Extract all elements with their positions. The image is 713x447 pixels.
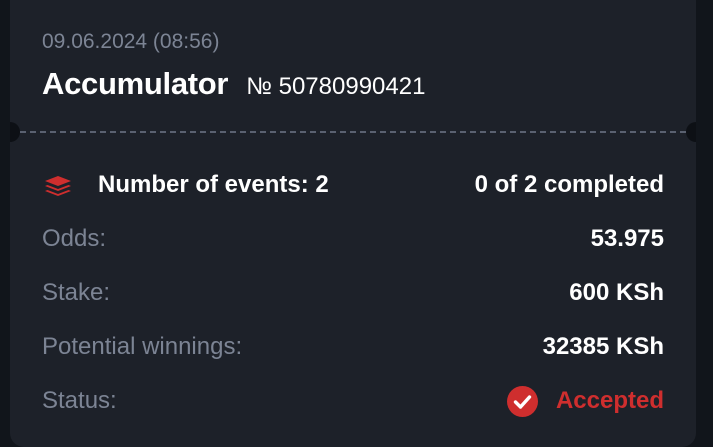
bet-date: 09.06.2024 (08:56) (42, 30, 220, 53)
events-summary-row: Number of events: 2 0 of 2 completed (42, 168, 664, 202)
status-label: Status: (42, 387, 117, 414)
bet-type-title: Accumulator (42, 66, 229, 101)
ticket-header: 09.06.2024 (08:56) Accumulator № 5078099… (42, 30, 425, 102)
layers-icon (42, 169, 74, 201)
check-circle-icon (506, 385, 538, 417)
dashed-divider (10, 131, 696, 133)
odds-value: 53.975 (590, 225, 664, 252)
status-badge: Accepted (506, 385, 664, 417)
ticket-number: № 50780990421 (246, 73, 426, 100)
status-row: Status: Accepted (42, 384, 664, 418)
stake-label: Stake: (42, 279, 111, 306)
stake-row: Stake: 600 KSh (42, 276, 664, 310)
ticket-notch-right (686, 122, 696, 142)
stake-value: 600 KSh (569, 279, 664, 306)
potential-winnings-row: Potential winnings: 32385 KSh (42, 330, 664, 364)
status-value: Accepted (555, 387, 664, 414)
ticket-notch-left (10, 122, 20, 142)
potential-winnings-value: 32385 KSh (542, 333, 664, 360)
odds-row: Odds: 53.975 (42, 222, 664, 256)
events-count: Number of events: 2 (98, 171, 329, 198)
title-row: Accumulator № 50780990421 (42, 66, 425, 102)
bet-ticket-card: 09.06.2024 (08:56) Accumulator № 5078099… (10, 0, 696, 447)
potential-winnings-label: Potential winnings: (42, 333, 243, 360)
odds-label: Odds: (42, 225, 107, 252)
events-progress: 0 of 2 completed (474, 171, 664, 198)
